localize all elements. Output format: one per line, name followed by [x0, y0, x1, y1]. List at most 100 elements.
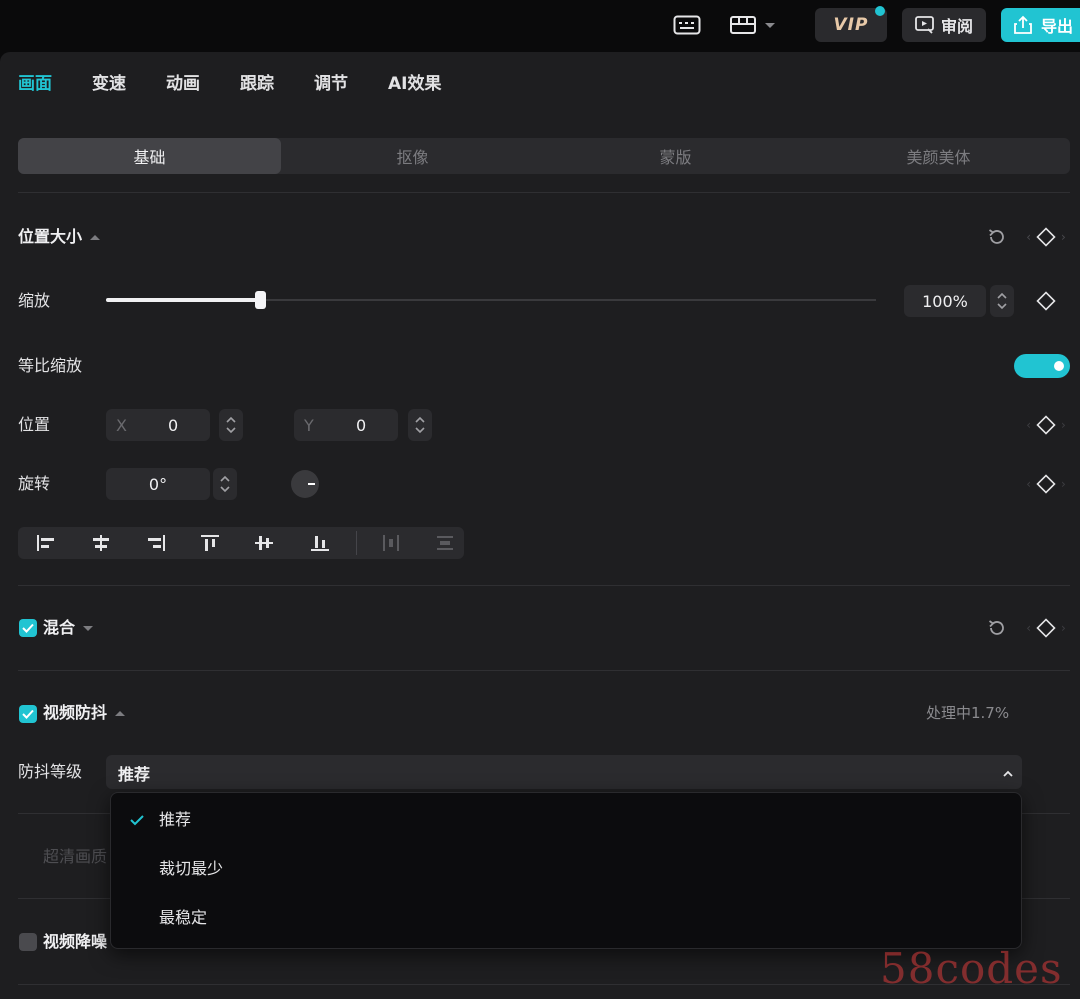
review-button[interactable]: 审阅: [902, 8, 986, 42]
tab-adjust[interactable]: 调节: [314, 72, 348, 96]
layout-icon: [730, 16, 756, 34]
section-title: 位置大小: [18, 227, 83, 246]
keyframe-diamond-icon: [1036, 415, 1056, 435]
rotation-dial-icon: [291, 470, 319, 498]
keyframe-button[interactable]: ‹ ›: [1020, 226, 1072, 248]
stabilize-level-select[interactable]: 推荐: [106, 755, 1022, 789]
next-keyframe-icon[interactable]: ›: [1061, 418, 1066, 432]
blend-title: 混合: [43, 618, 76, 637]
position-x-input[interactable]: X 0: [106, 409, 210, 441]
stabilize-status: 处理中1.7%: [926, 704, 1010, 722]
divider: [18, 670, 1070, 671]
scale-slider-handle[interactable]: [255, 291, 266, 309]
align-right-icon[interactable]: [140, 527, 172, 559]
align-top-icon[interactable]: [194, 527, 226, 559]
prev-keyframe-icon[interactable]: ‹: [1026, 230, 1031, 244]
next-keyframe-icon[interactable]: ›: [1061, 621, 1066, 635]
x-axis-label: X: [116, 415, 127, 435]
rotation-dial[interactable]: [290, 469, 320, 499]
scale-input[interactable]: 100%: [904, 285, 986, 317]
y-value: 0: [356, 415, 367, 435]
rotation-label: 旋转: [18, 474, 51, 493]
x-value: 0: [168, 415, 179, 435]
stabilize-checkbox[interactable]: [19, 705, 37, 723]
prev-keyframe-icon[interactable]: ‹: [1026, 418, 1031, 432]
stabilize-header[interactable]: 视频防抖: [43, 702, 126, 724]
toggle-knob: [1054, 361, 1064, 371]
subtab-beauty[interactable]: 美颜美体: [807, 138, 1070, 174]
uniform-scale-label: 等比缩放: [18, 356, 83, 375]
position-label: 位置: [18, 415, 51, 434]
keyboard-icon[interactable]: [668, 12, 706, 38]
selected-value: 推荐: [118, 765, 151, 784]
rotation-value: 0°: [148, 474, 168, 494]
uniform-scale-toggle[interactable]: [1014, 354, 1070, 378]
subtab-cutout[interactable]: 抠像: [281, 138, 544, 174]
collapse-caret-icon: [90, 234, 101, 240]
align-bottom-icon[interactable]: [304, 527, 336, 559]
scale-keyframe-diamond-icon[interactable]: [1035, 290, 1057, 312]
vip-label: VIP: [833, 15, 869, 35]
tab-speed[interactable]: 变速: [92, 72, 126, 96]
align-center-horizontal-icon[interactable]: [85, 527, 117, 559]
stabilize-title: 视频防抖: [43, 703, 108, 722]
align-center-vertical-icon[interactable]: [248, 527, 280, 559]
super-resolution-label: 超清画质: [43, 847, 108, 866]
check-icon: [22, 709, 34, 719]
main-tabs: 画面 变速 动画 跟踪 调节 AI效果: [18, 72, 481, 96]
stabilize-level-label: 防抖等级: [18, 762, 83, 781]
dropdown-option-most-stable[interactable]: 最稳定: [159, 907, 207, 929]
distribute-vertical-icon[interactable]: [429, 527, 461, 559]
chevron-down-icon: [765, 22, 775, 28]
scale-value: 100%: [922, 291, 968, 311]
next-keyframe-icon[interactable]: ›: [1061, 230, 1066, 244]
dropdown-option-recommended[interactable]: 推荐: [159, 809, 191, 831]
keyframe-diamond-icon: [1036, 618, 1056, 638]
position-y-input[interactable]: Y 0: [294, 409, 398, 441]
distribute-horizontal-icon[interactable]: [375, 527, 407, 559]
scale-slider-fill: [106, 298, 260, 302]
dropdown-option-least-crop[interactable]: 裁切最少: [159, 858, 223, 880]
align-left-icon[interactable]: [30, 527, 62, 559]
tab-ai-effects[interactable]: AI效果: [388, 72, 441, 96]
blend-checkbox[interactable]: [19, 619, 37, 637]
tab-animation[interactable]: 动画: [166, 72, 200, 96]
tab-tracking[interactable]: 跟踪: [240, 72, 274, 96]
next-keyframe-icon[interactable]: ›: [1061, 477, 1066, 491]
rotation-keyframe-button[interactable]: ‹ ›: [1020, 473, 1072, 495]
subtab-mask[interactable]: 蒙版: [544, 138, 807, 174]
export-icon: [1014, 15, 1032, 34]
blend-reset-icon[interactable]: [986, 617, 1008, 639]
reset-icon[interactable]: [986, 226, 1008, 248]
prev-keyframe-icon[interactable]: ‹: [1026, 477, 1031, 491]
position-x-stepper[interactable]: [219, 409, 243, 441]
blend-keyframe-button[interactable]: ‹ ›: [1020, 617, 1072, 639]
expand-caret-icon: [83, 625, 94, 631]
position-size-header[interactable]: 位置大小: [18, 226, 101, 248]
denoise-header[interactable]: 视频降噪: [43, 931, 107, 953]
vip-button[interactable]: VIP: [815, 6, 887, 42]
subtab-basic[interactable]: 基础: [18, 138, 281, 174]
scale-label: 缩放: [18, 291, 51, 310]
rotation-stepper[interactable]: [213, 468, 237, 500]
layout-dropdown[interactable]: [724, 12, 780, 38]
rotation-input[interactable]: 0°: [106, 468, 210, 500]
export-label: 导出: [1041, 17, 1074, 36]
position-keyframe-button[interactable]: ‹ ›: [1020, 414, 1072, 436]
scale-stepper[interactable]: [990, 285, 1014, 317]
notification-dot: [875, 6, 885, 16]
sub-tabs: 基础 抠像 蒙版 美颜美体: [18, 138, 1070, 174]
tab-picture[interactable]: 画面: [18, 72, 52, 96]
position-y-stepper[interactable]: [408, 409, 432, 441]
blend-header[interactable]: 混合: [43, 617, 94, 639]
keyframe-diamond-icon: [1036, 227, 1056, 247]
export-button[interactable]: 导出: [1001, 8, 1080, 42]
keyframe-diamond-icon: [1036, 474, 1056, 494]
toolbar-separator: [356, 531, 357, 555]
prev-keyframe-icon[interactable]: ‹: [1026, 621, 1031, 635]
review-label: 审阅: [940, 17, 973, 36]
scale-slider[interactable]: [106, 291, 876, 309]
review-icon: [915, 16, 934, 34]
denoise-checkbox[interactable]: [19, 933, 37, 951]
alignment-toolbar: [18, 527, 464, 559]
